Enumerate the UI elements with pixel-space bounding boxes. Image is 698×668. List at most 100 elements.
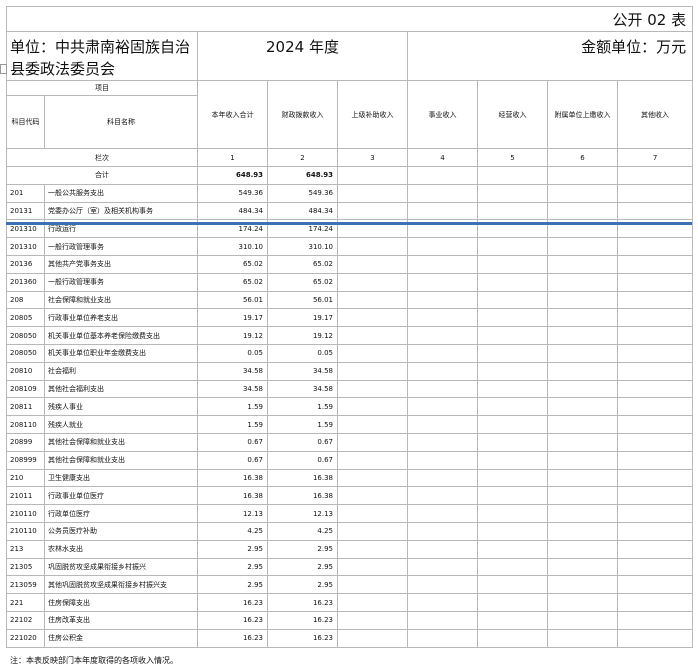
row-total: 1.59 [197, 397, 268, 417]
row-fiscal: 0.05 [267, 343, 338, 363]
empty-cell [547, 432, 618, 452]
row-code: 210 [6, 468, 45, 488]
selection-line [6, 222, 692, 225]
table-body: 201 一般公共服务支出 549.36 549.36 20131 党委办公厅（室）及相关机… [6, 183, 694, 648]
row-code: 213 [6, 539, 45, 559]
row-name: 残疾人就业 [44, 415, 198, 434]
row-total: 34.58 [197, 379, 268, 399]
row-code: 20811 [6, 397, 45, 417]
seq-num: 1 [197, 148, 268, 167]
row-fiscal: 310.10 [267, 237, 338, 256]
empty-cell [547, 539, 618, 559]
row-fiscal: 549.36 [267, 183, 338, 203]
empty-cell [407, 486, 478, 506]
empty-cell [616, 539, 694, 559]
empty-cell [547, 468, 618, 488]
empty-cell [477, 504, 548, 523]
income-table-sheet: 公开 02 表 单位：中共肃南裕固族自治县委政法委员会 2024 年度 金额单位… [5, 6, 694, 648]
table-row: 201360 一般行政管理事务 65.02 65.02 [6, 272, 694, 292]
col-header: 上级补助收入 [337, 80, 408, 149]
row-code: 201 [6, 183, 45, 203]
empty-cell [616, 361, 694, 381]
row-code: 20805 [6, 308, 45, 328]
row-total: 549.36 [197, 183, 268, 203]
seq-num: 7 [616, 148, 694, 167]
empty-cell [337, 557, 408, 577]
table-row: 21011 行政事业单位医疗 16.38 16.38 [6, 486, 694, 506]
empty-cell [337, 272, 408, 292]
empty-cell [337, 628, 408, 648]
col-header: 财政拨款收入 [267, 80, 338, 149]
row-code: 208 [6, 290, 45, 310]
empty-cell [477, 575, 548, 595]
empty-cell [547, 254, 618, 274]
table-row: 201310 一般行政管理事务 310.10 310.10 [6, 237, 694, 256]
empty-cell [547, 361, 618, 381]
table-row: 208109 其他社会福利支出 34.58 34.58 [6, 379, 694, 399]
empty-cell [616, 343, 694, 363]
row-fiscal: 34.58 [267, 379, 338, 399]
empty-cell [616, 486, 694, 506]
empty-cell [337, 539, 408, 559]
row-name: 机关事业单位基本养老保险缴费支出 [44, 326, 198, 345]
empty-cell [477, 415, 548, 434]
empty-cell [337, 486, 408, 506]
row-total: 19.12 [197, 326, 268, 345]
row-total: 4.25 [197, 521, 268, 541]
row-name: 其他社会保障和就业支出 [44, 432, 198, 452]
table-row: 208050 机关事业单位基本养老保险缴费支出 19.12 19.12 [6, 326, 694, 345]
row-fiscal: 0.67 [267, 450, 338, 470]
row-total: 484.34 [197, 201, 268, 221]
row-code: 208050 [6, 343, 45, 363]
row-code: 20131 [6, 201, 45, 221]
table-row: 210110 行政单位医疗 12.13 12.13 [6, 504, 694, 523]
empty-cell [407, 521, 478, 541]
row-name: 公务员医疗补助 [44, 521, 198, 541]
empty-cell [547, 575, 618, 595]
empty-cell [477, 610, 548, 630]
empty-cell [616, 468, 694, 488]
empty-cell [407, 326, 478, 345]
empty-cell [337, 254, 408, 274]
empty-cell [616, 397, 694, 417]
row-code: 221020 [6, 628, 45, 648]
table-row: 20811 残疾人事业 1.59 1.59 [6, 397, 694, 417]
empty-cell [407, 290, 478, 310]
empty-cell [477, 343, 548, 363]
empty-cell [337, 504, 408, 523]
empty-cell [616, 237, 694, 256]
empty-cell [547, 237, 618, 256]
table-row: 221 住房保障支出 16.23 16.23 [6, 593, 694, 612]
total-income: 648.93 [197, 166, 268, 185]
empty-cell [337, 379, 408, 399]
empty-cell [547, 183, 618, 203]
header-subject-code: 科目代码 [6, 95, 45, 149]
seq-num: 2 [267, 148, 338, 167]
row-fiscal: 16.38 [267, 486, 338, 506]
row-fiscal: 0.67 [267, 432, 338, 452]
empty-cell [616, 628, 694, 648]
empty-cell [547, 415, 618, 434]
empty-cell [337, 237, 408, 256]
row-name: 残疾人事业 [44, 397, 198, 417]
row-name: 行政事业单位养老支出 [44, 308, 198, 328]
row-total: 2.95 [197, 557, 268, 577]
empty-cell [547, 397, 618, 417]
row-fiscal: 16.23 [267, 593, 338, 612]
table-row: 208050 机关事业单位职业年金缴费支出 0.05 0.05 [6, 343, 694, 363]
row-marker-icon [0, 64, 7, 74]
row-name: 机关事业单位职业年金缴费支出 [44, 343, 198, 363]
empty-cell [616, 521, 694, 541]
empty-cell [616, 201, 694, 221]
empty-cell [477, 183, 548, 203]
empty-cell [477, 432, 548, 452]
row-total: 2.95 [197, 539, 268, 559]
row-name: 社会保障和就业支出 [44, 290, 198, 310]
empty-cell [407, 272, 478, 292]
empty-cell [337, 468, 408, 488]
row-fiscal: 65.02 [267, 254, 338, 274]
empty-cell [407, 237, 478, 256]
empty-cell [616, 593, 694, 612]
total-label: 合计 [6, 166, 198, 185]
empty-cell [407, 308, 478, 328]
